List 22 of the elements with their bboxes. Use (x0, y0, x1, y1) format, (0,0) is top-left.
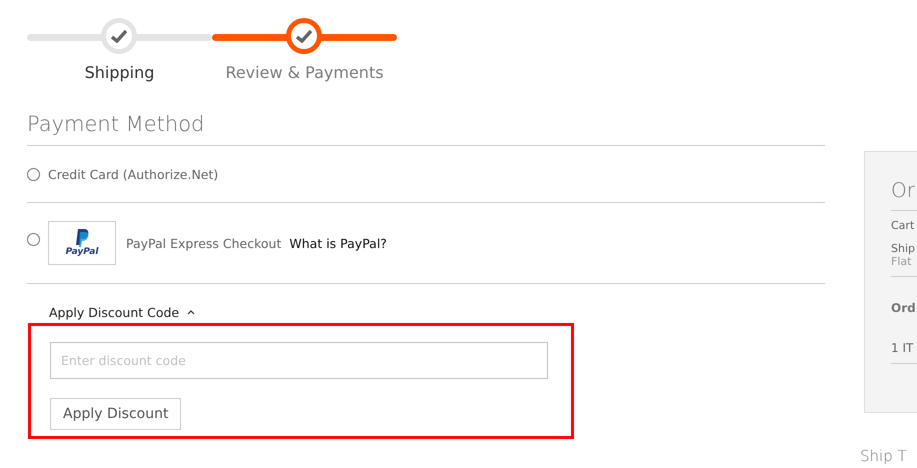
checkmark-icon (296, 30, 312, 42)
paypal-info-link[interactable]: What is PayPal? (289, 236, 387, 250)
payment-option-label[interactable]: PayPal Express Checkout (126, 236, 282, 250)
logo-text: PayPal (66, 247, 98, 257)
checkmark-icon (111, 30, 127, 42)
items-count: 1 IT (891, 315, 917, 364)
step-label: Review & Payments (225, 63, 384, 82)
summary-label: Ship (891, 242, 916, 255)
section-title: Payment Method (27, 112, 825, 146)
summary-title: Or (891, 152, 917, 211)
step-label: Shipping (84, 63, 154, 82)
summary-label: Cart (891, 219, 916, 232)
radio-button[interactable] (27, 233, 40, 246)
discount-code-field[interactable]: Enter discount code (50, 342, 548, 379)
discount-toggle[interactable]: Apply Discount Code (49, 305, 196, 320)
paypal-icon (75, 229, 89, 247)
apply-discount-button[interactable]: Apply Discount (50, 398, 182, 430)
order-total-label: Ord (891, 276, 917, 315)
payment-option-label[interactable]: Credit Card (Authorize.Net) (48, 166, 218, 182)
ship-to-title: Ship T (860, 447, 908, 465)
summary-detail: Flat (891, 255, 912, 268)
radio-button[interactable] (27, 168, 40, 180)
